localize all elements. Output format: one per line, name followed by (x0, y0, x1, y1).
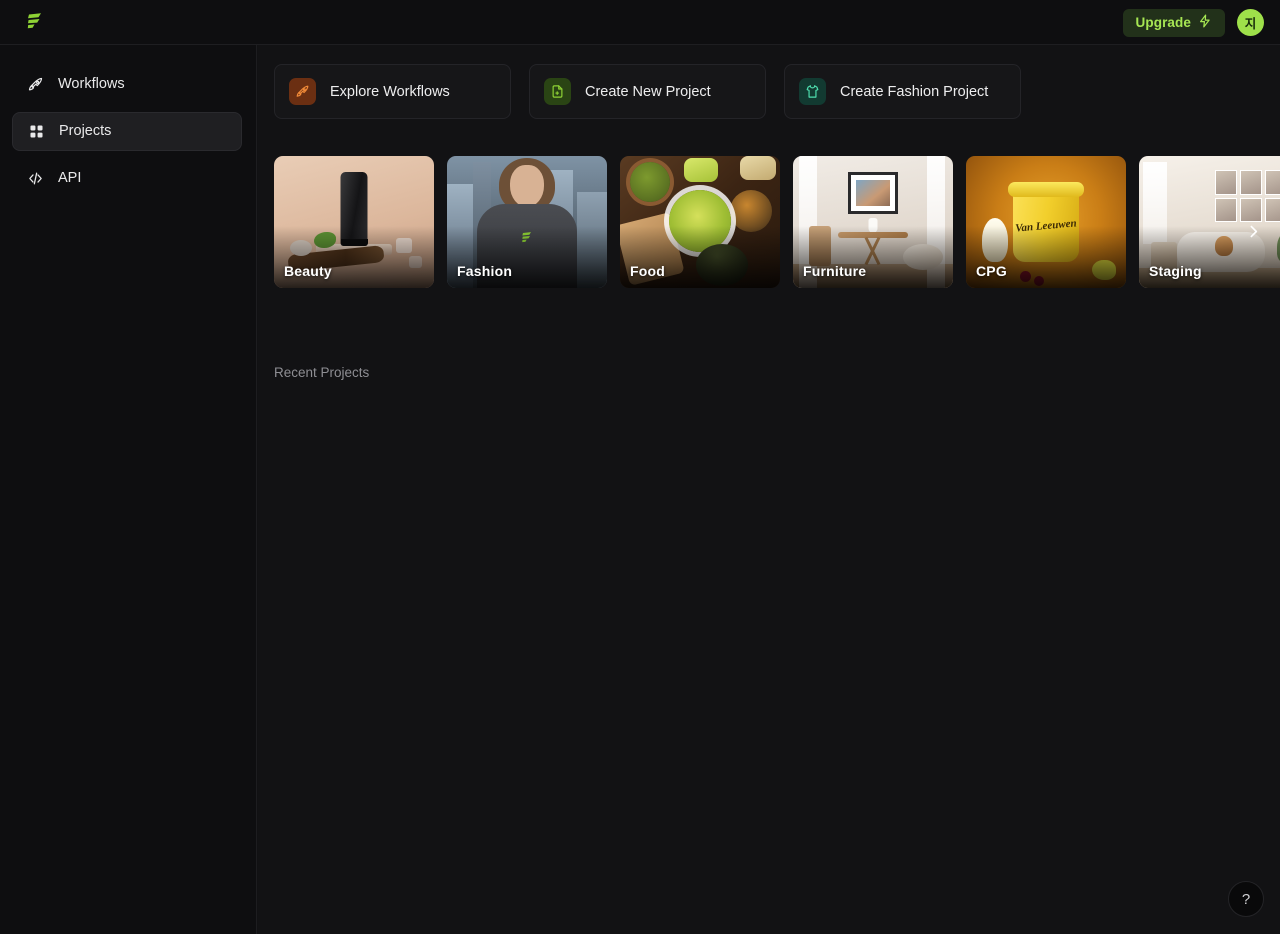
main-content: Explore Workflows Create New Project Cre… (258, 45, 1280, 934)
sidebar-item-workflows[interactable]: Workflows (12, 65, 242, 104)
sidebar-item-label: Workflows (58, 76, 125, 93)
rocket-icon (26, 76, 44, 94)
explore-workflows-card[interactable]: Explore Workflows (274, 64, 511, 119)
top-bar-right: Upgrade 지 (1122, 0, 1264, 45)
workflow-card-label: Food (630, 263, 666, 279)
create-fashion-project-card[interactable]: Create Fashion Project (784, 64, 1021, 119)
sidebar-item-label: API (58, 170, 82, 187)
chevron-right-icon (1245, 223, 1262, 245)
sidebar: Workflows Projects API (0, 45, 257, 934)
code-icon (26, 170, 44, 188)
workflow-card-beauty[interactable]: Beauty (274, 156, 434, 288)
upgrade-button[interactable]: Upgrade (1122, 8, 1225, 37)
recent-projects-list (274, 395, 1264, 875)
bolt-icon (1198, 14, 1212, 31)
workflow-card-cpg[interactable]: Van Leeuwen CPG (966, 156, 1126, 288)
help-button[interactable]: ? (1228, 881, 1264, 917)
recent-projects-section-title: Recent Projects (274, 365, 370, 380)
rocket-icon (289, 78, 316, 105)
sidebar-item-api[interactable]: API (12, 159, 242, 198)
tshirt-icon (799, 78, 826, 105)
workflow-card-label: Staging (1149, 263, 1202, 279)
sidebar-item-projects[interactable]: Projects (12, 112, 242, 151)
workflow-card-label: Furniture (803, 263, 867, 279)
flair-logo[interactable] (20, 8, 50, 36)
action-card-label: Explore Workflows (330, 83, 450, 100)
file-plus-icon (544, 78, 571, 105)
workflows-carousel[interactable]: Beauty Fashion Food Furniture CPG Stagin… (274, 156, 1280, 298)
avatar[interactable]: 지 (1237, 9, 1264, 36)
workflow-card-label: Fashion (457, 263, 513, 279)
workflow-card-fashion[interactable]: Fashion (447, 156, 607, 288)
workflow-card-label: Beauty (284, 263, 332, 279)
workflow-card-label: CPG (976, 263, 1007, 279)
action-card-label: Create Fashion Project (840, 83, 989, 100)
grid-icon (27, 123, 45, 141)
quick-actions-row: Explore Workflows Create New Project Cre… (274, 64, 1021, 119)
upgrade-label: Upgrade (1135, 15, 1191, 30)
sidebar-item-label: Projects (59, 123, 112, 140)
create-new-project-card[interactable]: Create New Project (529, 64, 766, 119)
workflow-card-food[interactable]: Food (620, 156, 780, 288)
top-bar: Upgrade 지 (0, 0, 1280, 45)
workflow-card-furniture[interactable]: Furniture (793, 156, 953, 288)
action-card-label: Create New Project (585, 83, 711, 100)
carousel-next-button[interactable] (1240, 221, 1266, 247)
